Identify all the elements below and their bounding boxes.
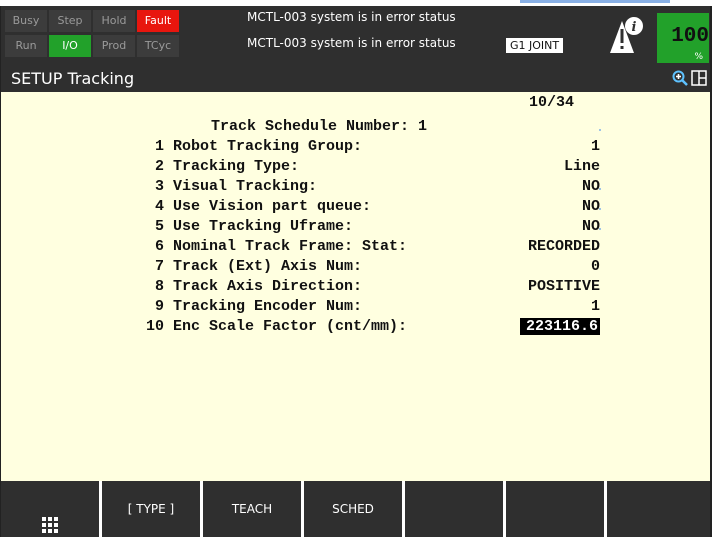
f5-key[interactable]: [405, 481, 503, 537]
item-label: Track (Ext) Axis Num:: [173, 258, 363, 275]
led-busy: Busy: [5, 10, 47, 32]
cursor-mark: [599, 129, 601, 131]
item-num: 4: [155, 198, 165, 215]
item-label: Tracking Type:: [173, 158, 300, 175]
item-num: 6: [155, 238, 165, 255]
led-step: Step: [49, 10, 91, 32]
page-counter: 10/34: [529, 94, 575, 111]
split-window-icon[interactable]: [691, 70, 707, 86]
teach-key[interactable]: TEACH: [203, 481, 301, 537]
svg-text:i: i: [632, 20, 637, 35]
page-title: SETUP Tracking: [11, 69, 135, 88]
status-bar: Busy Step Hold Fault Run I/O Prod TCyc M…: [1, 6, 710, 64]
item-num: 7: [155, 258, 165, 275]
item-num: 2: [155, 158, 165, 175]
next-key[interactable]: [607, 481, 710, 537]
item-num: 3: [155, 178, 165, 195]
item-value[interactable]: POSITIVE: [528, 278, 600, 295]
item-label: Nominal Track Frame: Stat:: [173, 238, 408, 255]
item-label: Robot Tracking Group:: [173, 138, 363, 155]
sched-key[interactable]: SCHED: [304, 481, 402, 537]
item-label: Use Tracking Uframe:: [173, 218, 354, 235]
led-fault: Fault: [137, 10, 179, 32]
item-value[interactable]: RECORDED: [528, 238, 600, 255]
speed-unit: %: [694, 52, 703, 62]
cursor-mark: [599, 188, 601, 190]
alarm-message-2[interactable]: MCTL-003 system is in error status: [247, 36, 456, 50]
item-value[interactable]: NO: [582, 198, 600, 215]
item-value[interactable]: 0: [591, 258, 600, 275]
item-num: 5: [155, 218, 165, 235]
coord-mode-badge[interactable]: G1 JOINT: [506, 38, 564, 53]
item-num: 1: [155, 138, 165, 155]
item-label: Tracking Encoder Num:: [173, 298, 363, 315]
cursor-mark: [599, 208, 601, 210]
led-io: I/O: [49, 35, 91, 57]
zoom-in-icon[interactable]: [672, 70, 688, 86]
led-run: Run: [5, 35, 47, 57]
item-value[interactable]: NO: [582, 218, 600, 235]
top-accent: [520, 0, 670, 3]
function-key-bar: [ TYPE ] TEACH SCHED: [1, 481, 710, 537]
item-value[interactable]: 1: [591, 298, 600, 315]
track-schedule-header: Track Schedule Number: 1: [211, 118, 428, 135]
title-bar: SETUP Tracking: [1, 64, 710, 92]
item-label: Visual Tracking:: [173, 178, 318, 195]
menu-button[interactable]: [1, 481, 99, 537]
led-prod: Prod: [93, 35, 135, 57]
info-warning-icon[interactable]: i: [607, 15, 645, 57]
alarm-message-1[interactable]: MCTL-003 system is in error status: [247, 10, 456, 24]
item-value[interactable]: NO: [582, 178, 600, 195]
item-num: 9: [155, 298, 165, 315]
cursor-mark: [599, 228, 601, 230]
item-num: 8: [155, 278, 165, 295]
led-tcyc: TCyc: [137, 35, 179, 57]
speed-override[interactable]: 100 %: [657, 13, 709, 63]
led-hold: Hold: [93, 10, 135, 32]
speed-value: 100: [671, 25, 709, 48]
enc-scale-factor-field[interactable]: 223116.6: [519, 318, 600, 335]
item-label: Enc Scale Factor (cnt/mm):: [173, 318, 408, 335]
item-num: 10: [146, 318, 165, 335]
grid-menu-icon: [42, 501, 58, 533]
f6-key[interactable]: [506, 481, 604, 537]
item-label: Track Axis Direction:: [173, 278, 363, 295]
item-value[interactable]: 1: [591, 138, 600, 155]
item-label: Use Vision part queue:: [173, 198, 372, 215]
setup-tracking-content: 10/34 Track Schedule Number: 1 1 Robot T…: [1, 92, 710, 481]
type-key[interactable]: [ TYPE ]: [102, 481, 200, 537]
item-value[interactable]: Line: [564, 158, 600, 175]
